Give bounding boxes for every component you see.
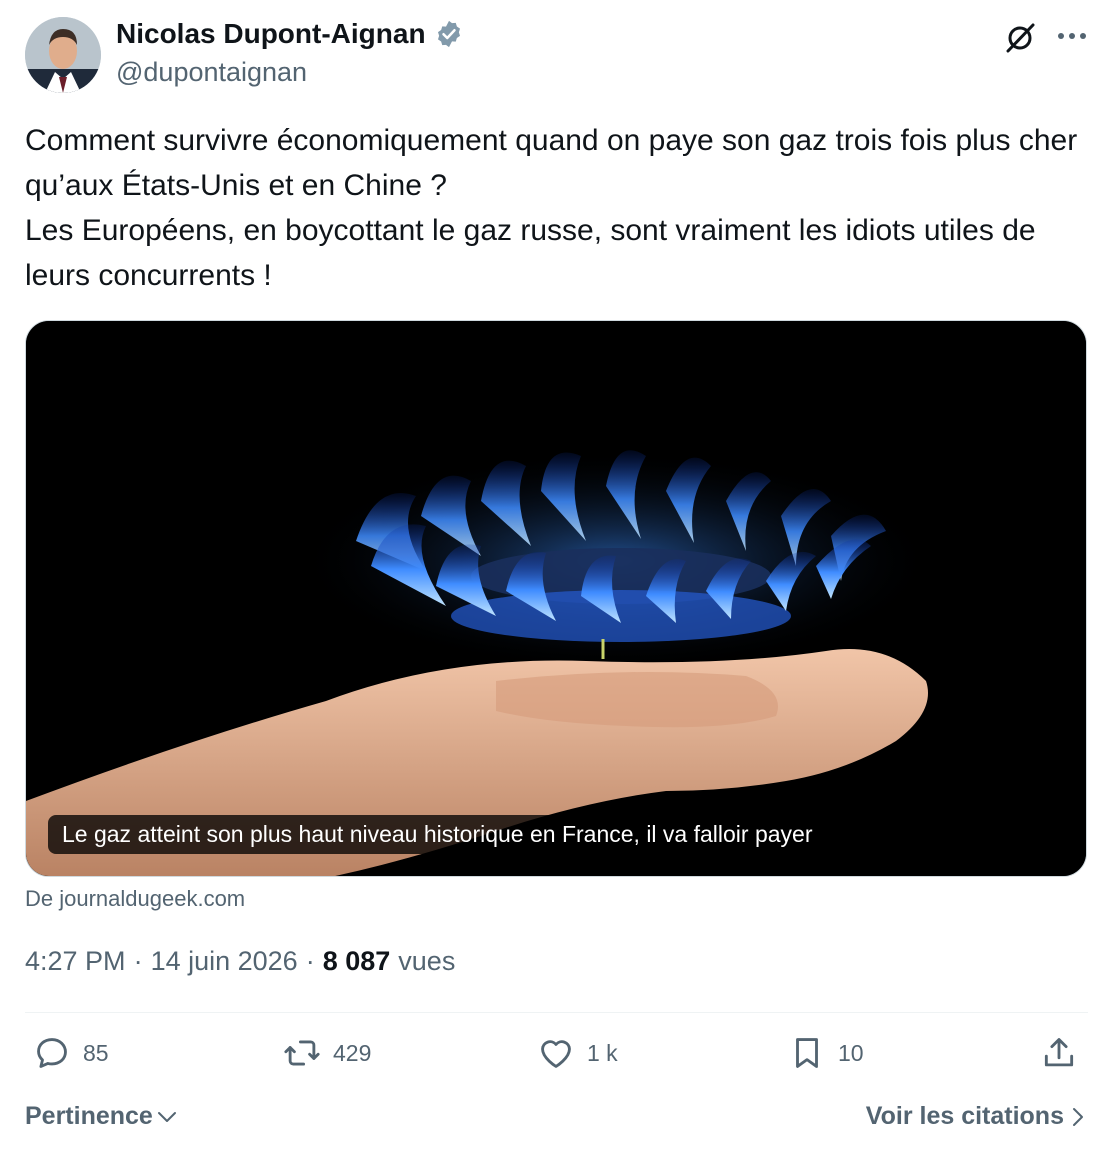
view-quotes-link[interactable]: Voir les citations (866, 1102, 1084, 1131)
reply-icon (37, 1038, 67, 1068)
views-label: vues (398, 946, 456, 976)
chevron-right-icon (1073, 1107, 1083, 1126)
tweet-text-line: Comment survivre économiquement quand on… (25, 124, 1078, 202)
profile-photo-icon (25, 17, 101, 93)
grok-button[interactable] (1000, 18, 1040, 58)
action-bar: 85 429 1 k 10 (25, 1034, 1088, 1084)
divider (25, 1012, 1088, 1013)
share-icon (1044, 1038, 1074, 1067)
tweet-text: Comment survivre économiquement quand on… (25, 118, 1090, 298)
retweet-count: 429 (333, 1039, 372, 1066)
grok-icon (1006, 23, 1035, 53)
meta-separator: · (133, 946, 143, 976)
more-button[interactable] (1052, 18, 1092, 54)
sort-label: Pertinence (25, 1102, 153, 1130)
tweet-text-line: Les Européens, en boycottant le gaz russ… (25, 214, 1036, 292)
view-quotes-label: Voir les citations (865, 1102, 1064, 1130)
tweet-time[interactable]: 4:27 PM (25, 946, 126, 977)
link-source[interactable]: De journaldugeek.com (25, 886, 245, 912)
author-handle[interactable]: @dupontaignan (116, 57, 307, 88)
heart-icon (541, 1040, 571, 1068)
share-button[interactable] (1040, 1034, 1078, 1072)
more-icon (1058, 33, 1086, 39)
reply-count: 85 (83, 1039, 109, 1066)
views-count: 8 087 (322, 946, 391, 976)
tweet-meta: 4:27 PM · 14 juin 2026 · 8 087 vues (25, 946, 455, 977)
like-button[interactable]: 1 k (537, 1034, 618, 1072)
link-card-image[interactable]: Le gaz atteint son plus haut niveau hist… (25, 320, 1087, 877)
meta-separator: · (305, 946, 315, 976)
reply-button[interactable]: 85 (33, 1034, 109, 1072)
retweet-button[interactable]: 429 (283, 1034, 371, 1072)
chevron-down-icon (157, 1111, 176, 1122)
verified-badge-icon (434, 19, 464, 49)
sort-dropdown[interactable]: Pertinence (25, 1102, 177, 1131)
author-display-name[interactable]: Nicolas Dupont-Aignan (116, 18, 426, 50)
bookmark-count: 10 (838, 1039, 864, 1066)
link-card-caption: Le gaz atteint son plus haut niveau hist… (48, 815, 827, 854)
gas-burner-image (26, 321, 1086, 876)
retweet-icon (284, 1040, 320, 1066)
tweet-date[interactable]: 14 juin 2026 (151, 946, 298, 977)
bookmark-button[interactable]: 10 (788, 1034, 864, 1072)
avatar[interactable] (25, 17, 101, 93)
bookmark-icon (796, 1038, 818, 1068)
like-count: 1 k (587, 1039, 618, 1066)
